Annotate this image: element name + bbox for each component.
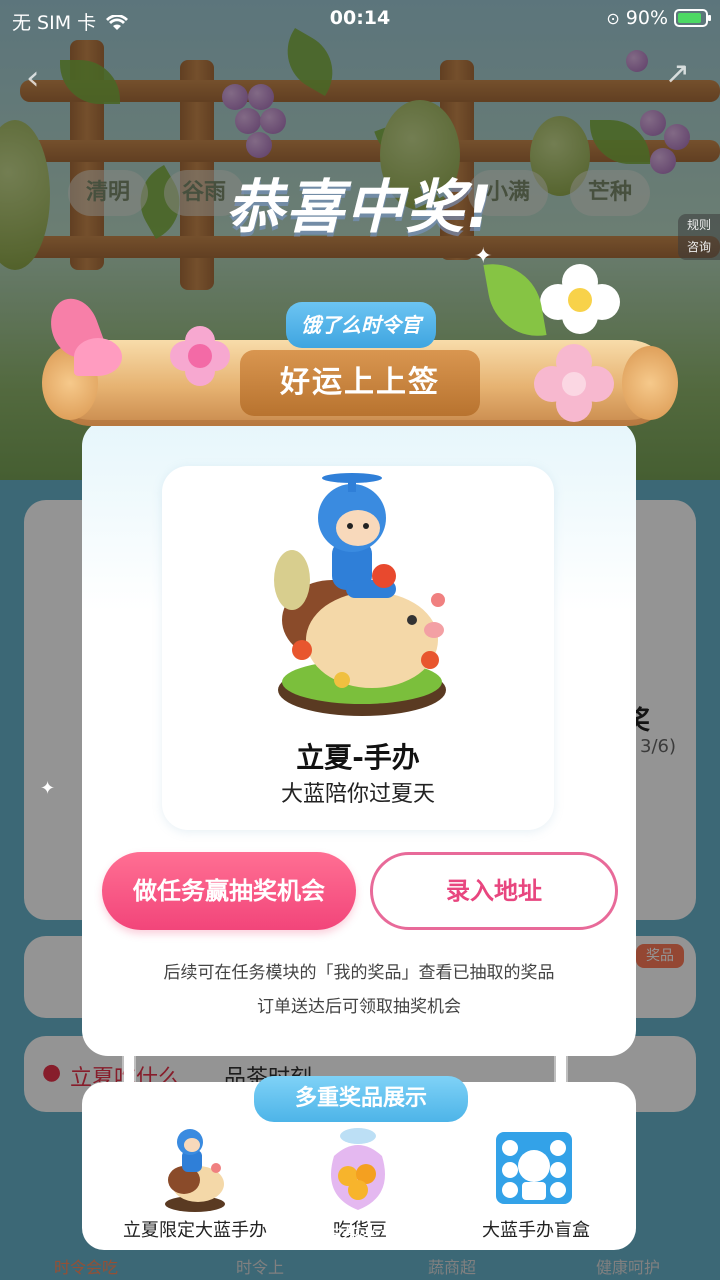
watermark: ◉ 丐帮羊毛日记 <box>300 1222 437 1249</box>
prize-subtitle: 大蓝陪你过夏天 <box>280 782 435 807</box>
showcase-title: 多重奖品展示 <box>254 1076 468 1122</box>
prize-title: 立夏-手办 <box>296 741 420 774</box>
brand-pill: 饿了么时令官 <box>286 302 436 348</box>
battery-status: ⊙ 90% <box>606 7 711 29</box>
flower-icon <box>540 264 620 334</box>
enter-address-button[interactable]: 录入地址 <box>370 852 618 930</box>
battery-percent: 90% <box>625 7 668 29</box>
weibo-icon: ◉ <box>300 1226 317 1248</box>
congrats-title: 恭喜中奖! <box>225 173 495 241</box>
sparkle-icon: ✦ <box>40 778 56 799</box>
orientation-lock-icon: ⊙ <box>606 8 620 28</box>
figurine-image <box>274 473 446 716</box>
do-tasks-button[interactable]: 做任务赢抽奖机会 <box>102 852 356 930</box>
prize-note-line1: 后续可在任务模块的「我的奖品」查看已抽取的奖品 <box>163 963 555 983</box>
bean-bag-icon <box>331 1128 385 1210</box>
showcase-item-figure: 立夏限定大蓝手办 <box>123 1220 267 1241</box>
share-icon[interactable]: ↗ <box>665 56 690 91</box>
butterfly-icon <box>43 291 124 388</box>
battery-icon <box>674 9 711 27</box>
figure-icon <box>165 1129 225 1212</box>
blind-box-icon <box>496 1132 572 1204</box>
back-icon[interactable]: ‹ <box>26 58 40 98</box>
flower-icon <box>534 344 614 424</box>
showcase-item-blind-box: 大蓝手办盲盒 <box>482 1220 590 1241</box>
watermark-text: 丐帮羊毛日记 <box>322 1226 437 1248</box>
flower-icon <box>170 326 230 386</box>
prize-note-line2: 订单送达后可领取抽奖机会 <box>257 997 461 1017</box>
status-bar: 无 SIM 卡 00:14 ⊙ 90% <box>0 0 720 40</box>
banner-title: 好运上上签 <box>240 350 480 416</box>
